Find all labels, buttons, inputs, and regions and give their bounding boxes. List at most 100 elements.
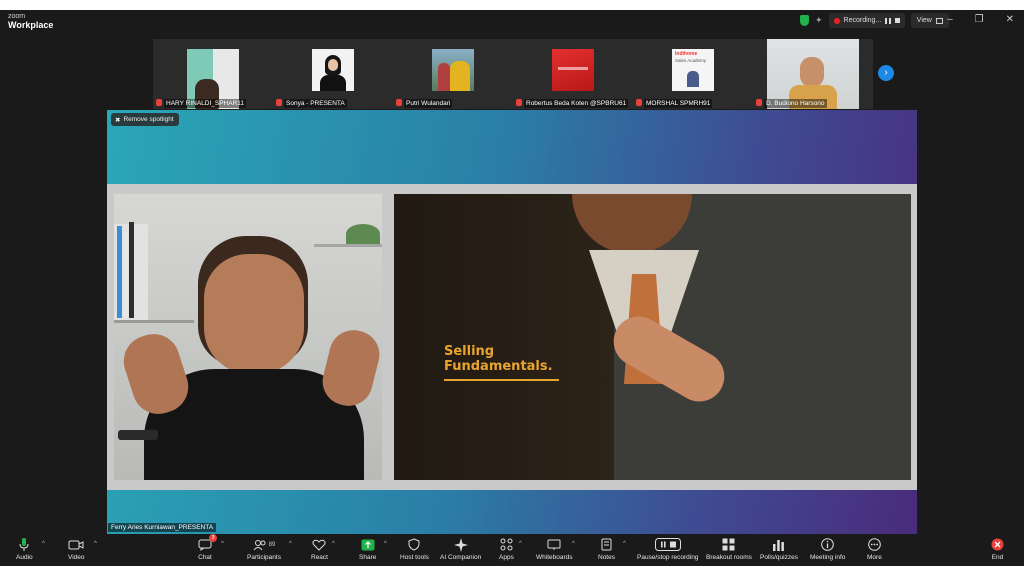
view-label: View: [916, 17, 932, 24]
meeting-toolbar: Audio ^ Video ^ 3 Chat ^ 89 Participants…: [0, 534, 1024, 566]
restore-button[interactable]: ❐: [975, 14, 984, 25]
view-button[interactable]: View: [910, 13, 949, 28]
speaker-name-label: Ferry Aries Kurniawan_PRESENTA: [108, 523, 217, 532]
more-label: More: [867, 554, 882, 561]
pin-icon: ✖: [115, 116, 121, 124]
microphone-icon: [19, 537, 29, 552]
notes-caret-icon[interactable]: ^: [623, 541, 626, 547]
participant-video: [432, 49, 474, 91]
spotlight-stage: Selling Fundamentals. ✖ Remove spotlight…: [107, 110, 917, 534]
share-button[interactable]: Share: [359, 537, 376, 561]
apps-grid-icon: [500, 537, 513, 552]
share-caret-icon[interactable]: ^: [384, 541, 387, 547]
whiteboard-icon: [547, 537, 561, 552]
security-shield-icon[interactable]: [800, 15, 809, 26]
end-meeting-button[interactable]: End: [991, 537, 1004, 561]
participant-tile[interactable]: Robertus Beda Koten @SPBRU61: [513, 39, 633, 109]
breakout-rooms-button[interactable]: Breakout rooms: [706, 537, 752, 561]
participant-name: D. Budiono Harsono: [764, 99, 827, 108]
minimize-button[interactable]: –: [947, 14, 953, 25]
ai-star-icon: [453, 537, 468, 552]
participants-button[interactable]: 89 Participants: [247, 537, 281, 561]
ai-sparkle-icon[interactable]: ✦: [815, 15, 823, 26]
record-dot-icon: [833, 17, 840, 24]
participant-tile[interactable]: Putri Wulandari: [393, 39, 513, 109]
polls-button[interactable]: Polls/quizzes: [760, 537, 798, 561]
chat-button[interactable]: 3 Chat: [198, 534, 217, 561]
participant-strip: HARY RINALDI_SPHAR11 Sonya - PRESENTA Pu…: [153, 39, 899, 109]
end-label: End: [991, 554, 1004, 561]
more-dots-icon: [868, 537, 881, 552]
video-button[interactable]: Video: [68, 537, 85, 561]
mic-muted-icon: [276, 99, 282, 106]
notes-button[interactable]: Notes: [598, 537, 615, 561]
whiteboards-caret-icon[interactable]: ^: [572, 541, 575, 547]
share-screen-icon: [361, 537, 375, 552]
participant-name: HARY RINALDI_SPHAR11: [164, 99, 247, 108]
whiteboards-label: Whiteboards: [536, 554, 573, 561]
next-page-button[interactable]: ›: [878, 65, 894, 81]
slide-title: Selling Fundamentals.: [444, 344, 553, 374]
participant-tile[interactable]: Sonya - PRESENTA: [273, 39, 393, 109]
chat-caret-icon[interactable]: ^: [221, 541, 224, 547]
recording-area: ✦ Recording... View: [800, 13, 949, 28]
polls-label: Polls/quizzes: [760, 554, 798, 561]
notes-label: Notes: [598, 554, 615, 561]
remove-spotlight-button[interactable]: ✖ Remove spotlight: [111, 113, 179, 126]
view-grid-icon: [935, 17, 943, 24]
video-caret-icon[interactable]: ^: [94, 541, 97, 547]
chat-label: Chat: [198, 554, 212, 561]
stop-icon[interactable]: [894, 18, 900, 23]
apps-caret-icon[interactable]: ^: [519, 541, 522, 547]
share-label: Share: [359, 554, 377, 561]
zoom-window: zoom Workplace ✦ Recording... View – ❐ ✕: [0, 10, 1024, 566]
participant-video: [552, 49, 594, 91]
mic-muted-icon: [636, 99, 642, 106]
pause-recording-label: Pause/stop recording: [637, 554, 699, 561]
recording-label: Recording...: [843, 17, 882, 24]
speaker-video: [114, 194, 382, 480]
participant-name: Robertus Beda Koten @SPBRU61: [524, 99, 629, 108]
participants-label: Participants: [247, 554, 281, 561]
whiteboards-button[interactable]: Whiteboards: [536, 537, 573, 561]
participants-count: 89: [268, 541, 276, 548]
audio-label: Audio: [16, 554, 33, 561]
meeting-info-button[interactable]: Meeting info: [810, 537, 845, 561]
info-icon: [821, 537, 835, 552]
host-tools-button[interactable]: Host tools: [400, 537, 429, 561]
participant-tile[interactable]: D. Budiono Harsono: [753, 39, 873, 109]
slide-title-line2: Fundamentals.: [444, 359, 553, 374]
audio-caret-icon[interactable]: ^: [42, 541, 45, 547]
apps-label: Apps: [499, 554, 514, 561]
pause-icon[interactable]: [885, 17, 891, 24]
window-controls: – ❐ ✕: [947, 14, 1014, 25]
apps-button[interactable]: Apps: [499, 537, 514, 561]
host-tools-label: Host tools: [400, 554, 429, 561]
close-button[interactable]: ✕: [1006, 14, 1014, 25]
video-label: Video: [68, 554, 85, 561]
slide-panel: Selling Fundamentals.: [107, 184, 917, 490]
participant-name: MORSHAL SPMRH91: [644, 99, 713, 108]
slide-title-underline: [444, 379, 559, 381]
meeting-info-label: Meeting info: [810, 554, 846, 561]
camera-icon: [68, 537, 84, 552]
chat-unread-badge: 3: [209, 534, 217, 542]
notes-icon: [601, 537, 612, 552]
react-label: React: [311, 554, 328, 561]
participant-tile[interactable]: Indihome Sales Academy MORSHAL SPMRH91: [633, 39, 753, 109]
slide-hero-image: Selling Fundamentals.: [394, 194, 911, 480]
react-caret-icon[interactable]: ^: [332, 541, 335, 547]
participant-video: [312, 49, 354, 91]
recording-indicator[interactable]: Recording...: [828, 13, 905, 28]
title-bar: zoom Workplace ✦ Recording... View – ❐ ✕: [0, 10, 1024, 32]
participant-tile[interactable]: HARY RINALDI_SPHAR11: [153, 39, 273, 109]
audio-button[interactable]: Audio: [16, 537, 33, 561]
react-button[interactable]: React: [311, 537, 328, 561]
remove-spotlight-label: Remove spotlight: [123, 116, 174, 123]
participants-caret-icon[interactable]: ^: [289, 541, 292, 547]
breakout-rooms-label: Breakout rooms: [706, 554, 752, 561]
more-button[interactable]: More: [867, 537, 882, 561]
app-logo: zoom Workplace: [8, 13, 53, 30]
pause-recording-button[interactable]: Pause/stop recording: [637, 537, 698, 561]
ai-companion-button[interactable]: AI Companion: [440, 537, 481, 561]
